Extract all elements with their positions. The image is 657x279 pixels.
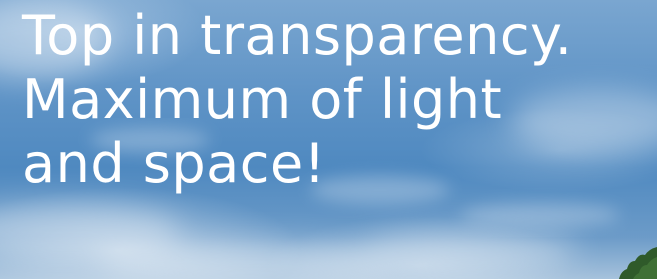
headline-line-3: and space! [22,132,326,195]
tree-foliage-corner [619,247,657,279]
hero-banner: Top in transparency. Maximum of light an… [0,0,657,279]
headline-line-2: Maximum of light [22,68,503,131]
headline-line-1: Top in transparency. [22,4,573,67]
headline: Top in transparency. Maximum of light an… [22,4,572,196]
